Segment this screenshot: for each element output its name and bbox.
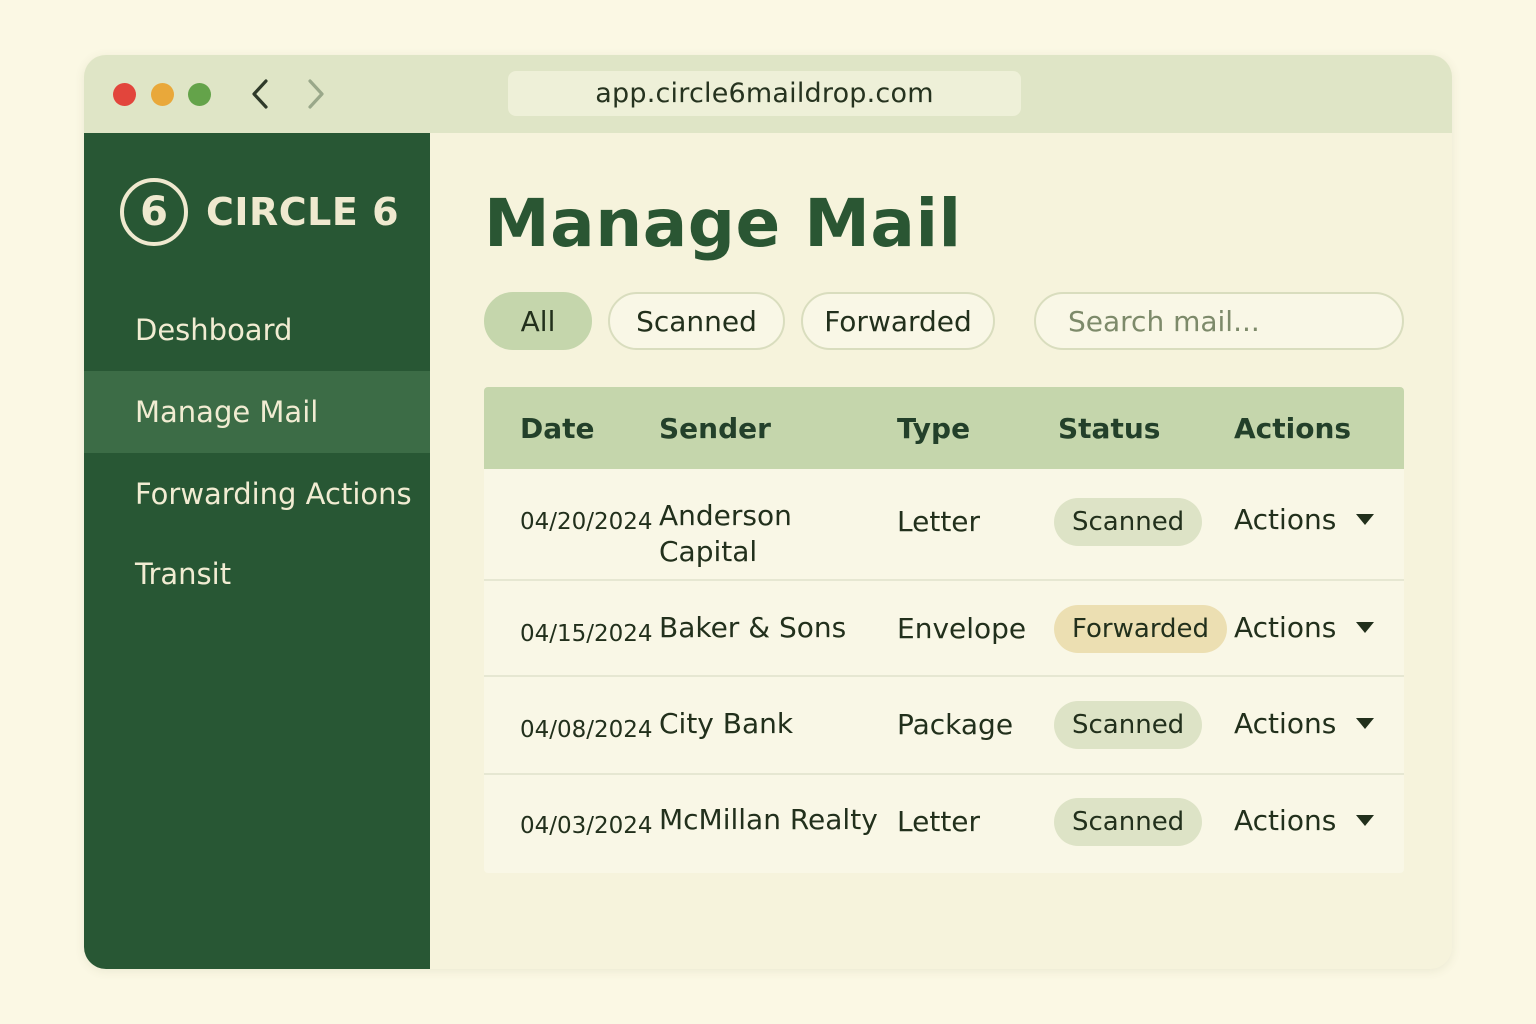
page-title: Manage Mail [484, 185, 962, 262]
column-header-type[interactable]: Type [897, 387, 970, 469]
row-sender: McMillan Realty [659, 803, 878, 836]
status-badge: Forwarded [1054, 605, 1228, 653]
sidebar-item-label: Deshboard [135, 313, 293, 347]
row-type: Letter [897, 805, 981, 838]
sidebar-item-label: Transit [135, 557, 232, 591]
logo-circle-icon: 6 [120, 178, 188, 246]
table-row[interactable]: 04/15/2024 Baker & Sons Envelope Forward… [484, 581, 1404, 677]
table-header: Date Sender Type Status Actions [484, 387, 1404, 469]
row-actions-dropdown[interactable]: Actions [1234, 707, 1375, 740]
sidebar-item-dashboard[interactable]: Deshboard [84, 289, 430, 371]
row-date: 04/03/2024 [520, 813, 653, 839]
table-row[interactable]: 04/20/2024 Anderson Capital Letter Scann… [484, 469, 1404, 581]
main-content: Manage Mail All Scanned Forwarded Date S… [430, 133, 1452, 969]
row-sender: Baker & Sons [659, 611, 847, 644]
brand-logo[interactable]: 6 CIRCLE 6 [120, 177, 399, 247]
minimize-window-button[interactable] [151, 83, 174, 106]
row-date: 04/08/2024 [520, 717, 653, 743]
chevron-right-icon[interactable] [304, 77, 328, 111]
address-bar[interactable]: app.circle6maildrop.com [508, 71, 1021, 116]
sidebar-item-label: Manage Mail [135, 395, 319, 429]
sidebar: 6 CIRCLE 6 Deshboard Manage Mail Forward… [84, 133, 430, 969]
row-type: Envelope [897, 612, 1027, 645]
row-sender-continued: Capital [659, 535, 758, 568]
chevron-left-icon[interactable] [248, 77, 272, 111]
caret-down-icon [1356, 814, 1375, 826]
row-actions-dropdown[interactable]: Actions [1234, 804, 1375, 837]
row-date: 04/20/2024 [520, 509, 653, 535]
search-input[interactable] [1034, 292, 1404, 350]
browser-titlebar: app.circle6maildrop.com [84, 55, 1452, 133]
row-actions-dropdown[interactable]: Actions [1234, 503, 1375, 536]
url-text: app.circle6maildrop.com [595, 78, 934, 109]
row-actions-dropdown[interactable]: Actions [1234, 611, 1375, 644]
row-type: Letter [897, 505, 981, 538]
status-badge: Scanned [1054, 701, 1203, 749]
brand-name: CIRCLE 6 [206, 190, 400, 234]
column-header-date[interactable]: Date [520, 387, 595, 469]
filter-all-button[interactable]: All [484, 292, 592, 350]
caret-down-icon [1356, 513, 1375, 525]
close-window-button[interactable] [113, 83, 136, 106]
column-header-actions[interactable]: Actions [1234, 387, 1351, 469]
mail-table: Date Sender Type Status Actions 04/20/20… [484, 387, 1404, 873]
sidebar-item-forwarding-actions[interactable]: Forwarding Actions [84, 453, 430, 535]
maximize-window-button[interactable] [188, 83, 211, 106]
row-sender: Anderson [659, 499, 792, 532]
status-badge: Scanned [1054, 798, 1203, 846]
row-date: 04/15/2024 [520, 621, 653, 647]
caret-down-icon [1356, 717, 1375, 729]
sidebar-item-label: Forwarding Actions [135, 477, 412, 511]
sidebar-item-manage-mail[interactable]: Manage Mail [84, 371, 430, 453]
column-header-status[interactable]: Status [1058, 387, 1160, 469]
filter-forwarded-button[interactable]: Forwarded [801, 292, 995, 350]
status-badge: Scanned [1054, 498, 1203, 546]
column-header-sender[interactable]: Sender [659, 387, 771, 469]
row-type: Package [897, 708, 1014, 741]
table-row[interactable]: 04/08/2024 City Bank Package Scanned Act… [484, 677, 1404, 775]
sidebar-item-transit[interactable]: Transit [84, 533, 430, 615]
filter-scanned-button[interactable]: Scanned [608, 292, 785, 350]
browser-window: app.circle6maildrop.com 6 CIRCLE 6 Deshb… [84, 55, 1452, 969]
table-row[interactable]: 04/03/2024 McMillan Realty Letter Scanne… [484, 775, 1404, 873]
row-sender: City Bank [659, 707, 794, 740]
caret-down-icon [1356, 621, 1375, 633]
